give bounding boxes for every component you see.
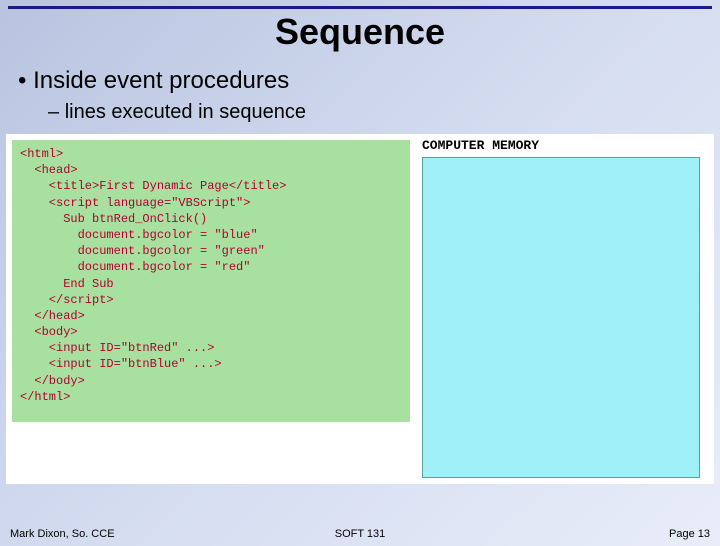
slide-title: Sequence xyxy=(0,11,720,53)
footer-course: SOFT 131 xyxy=(335,528,386,540)
footer: Mark Dixon, So. CCE SOFT 131 Page 13 xyxy=(0,528,720,540)
footer-page: Page 13 xyxy=(669,528,710,540)
memory-box xyxy=(422,157,700,478)
content-panel: <html> <head> <title>First Dynamic Page<… xyxy=(6,134,714,484)
footer-author: Mark Dixon, So. CCE xyxy=(10,528,115,540)
code-block: <html> <head> <title>First Dynamic Page<… xyxy=(12,140,410,422)
memory-column: COMPUTER MEMORY xyxy=(422,140,700,478)
top-rule xyxy=(8,6,712,9)
memory-label: COMPUTER MEMORY xyxy=(422,138,700,153)
bullet-level-1: Inside event procedures xyxy=(18,67,720,95)
bullet-level-2: lines executed in sequence xyxy=(48,101,720,124)
